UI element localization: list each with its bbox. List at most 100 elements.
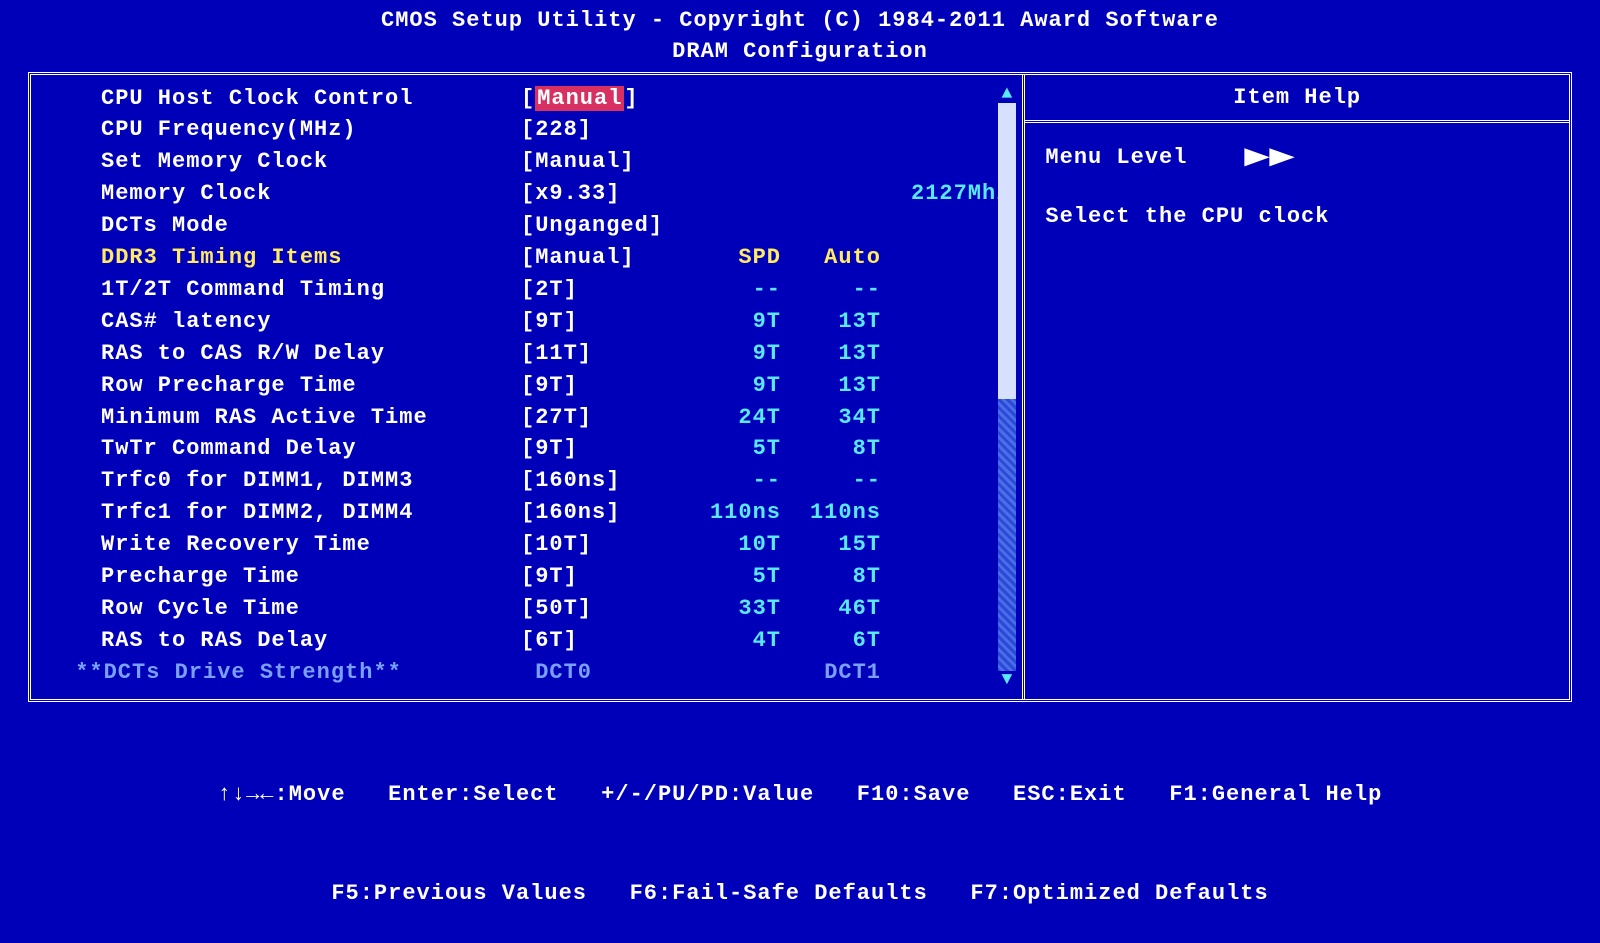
- setting-auto: 110ns: [781, 497, 881, 529]
- setting-label: Row Precharge Time: [101, 370, 521, 402]
- setting-auto: 8T: [781, 561, 881, 593]
- setting-auto: --: [781, 274, 881, 306]
- menu-level: Menu Level ▶▶: [1045, 137, 1549, 179]
- setting-auto: DCT1: [781, 657, 881, 689]
- setting-spd: 33T: [681, 593, 781, 625]
- bios-frame: CPU Host Clock Control[Manual]CPU Freque…: [28, 72, 1572, 702]
- setting-spd: 9T: [681, 370, 781, 402]
- setting-value[interactable]: [Manual]: [521, 83, 681, 115]
- setting-row[interactable]: 1T/2T Command Timing[2T]----: [101, 274, 1010, 306]
- setting-row[interactable]: Trfc0 for DIMM1, DIMM3[160ns]----: [101, 465, 1010, 497]
- setting-label: **DCTs Drive Strength**: [61, 657, 521, 689]
- setting-row: **DCTs Drive Strength** DCT0DCT1: [101, 657, 1010, 689]
- setting-row[interactable]: Write Recovery Time[10T]10T15T: [101, 529, 1010, 561]
- setting-row[interactable]: DDR3 Timing Items[Manual] SPD Auto: [101, 242, 1010, 274]
- setting-spd: 5T: [681, 433, 781, 465]
- setting-value[interactable]: [9T]: [521, 370, 681, 402]
- setting-value[interactable]: [9T]: [521, 433, 681, 465]
- setting-auto: 34T: [781, 402, 881, 434]
- setting-spd: --: [681, 274, 781, 306]
- setting-label: CPU Host Clock Control: [101, 83, 521, 115]
- scrollbar-thumb[interactable]: [998, 103, 1016, 399]
- setting-label: Set Memory Clock: [101, 146, 521, 178]
- setting-spd: 9T: [681, 306, 781, 338]
- setting-value[interactable]: [Manual]: [521, 146, 681, 178]
- setting-label: RAS to RAS Delay: [101, 625, 521, 657]
- setting-spd: 10T: [681, 529, 781, 561]
- setting-label: Row Cycle Time: [101, 593, 521, 625]
- setting-label: Minimum RAS Active Time: [101, 402, 521, 434]
- scroll-up-icon[interactable]: ▲: [998, 85, 1016, 103]
- setting-label: DDR3 Timing Items: [101, 242, 521, 274]
- setting-value[interactable]: [160ns]: [521, 465, 681, 497]
- setting-value[interactable]: [x9.33]: [521, 178, 681, 210]
- setting-label: Write Recovery Time: [101, 529, 521, 561]
- setting-value[interactable]: [9T]: [521, 561, 681, 593]
- help-description: Select the CPU clock: [1045, 196, 1549, 238]
- scroll-down-icon[interactable]: ▼: [998, 671, 1016, 689]
- setting-auto: 13T: [781, 338, 881, 370]
- setting-spd: 4T: [681, 625, 781, 657]
- setting-row[interactable]: DCTs Mode[Unganged]: [101, 210, 1010, 242]
- setting-spd: SPD: [681, 242, 781, 274]
- setting-label: Precharge Time: [101, 561, 521, 593]
- setting-row[interactable]: TwTr Command Delay[9T]5T8T: [101, 433, 1010, 465]
- help-panel: Item Help Menu Level ▶▶ Select the CPU c…: [1025, 75, 1569, 699]
- help-title: Item Help: [1025, 75, 1569, 123]
- setting-value: DCT0: [521, 657, 681, 689]
- setting-row[interactable]: CAS# latency[9T]9T13T: [101, 306, 1010, 338]
- setting-value[interactable]: [11T]: [521, 338, 681, 370]
- setting-value[interactable]: [9T]: [521, 306, 681, 338]
- bios-title: CMOS Setup Utility - Copyright (C) 1984-…: [0, 6, 1600, 37]
- settings-panel: CPU Host Clock Control[Manual]CPU Freque…: [31, 75, 1025, 699]
- setting-row[interactable]: Row Precharge Time[9T]9T13T: [101, 370, 1010, 402]
- bios-subtitle: DRAM Configuration: [0, 37, 1600, 68]
- footer-line-1: ↑↓→←:Move Enter:Select +/-/PU/PD:Value F…: [0, 778, 1600, 811]
- setting-row[interactable]: RAS to RAS Delay[6T]4T6T: [101, 625, 1010, 657]
- setting-value[interactable]: [228]: [521, 114, 681, 146]
- setting-auto: 6T: [781, 625, 881, 657]
- bios-header: CMOS Setup Utility - Copyright (C) 1984-…: [0, 0, 1600, 72]
- setting-value[interactable]: [Unganged]: [521, 210, 681, 242]
- setting-spd: 9T: [681, 338, 781, 370]
- setting-label: CPU Frequency(MHz): [101, 114, 521, 146]
- setting-row[interactable]: Row Cycle Time[50T]33T46T: [101, 593, 1010, 625]
- menu-level-label: Menu Level: [1045, 145, 1187, 170]
- setting-spd: 5T: [681, 561, 781, 593]
- setting-row[interactable]: Precharge Time[9T]5T8T: [101, 561, 1010, 593]
- footer-hints: ↑↓→←:Move Enter:Select +/-/PU/PD:Value F…: [0, 702, 1600, 943]
- setting-extra: 2127Mhz: [911, 178, 1010, 210]
- setting-label: Memory Clock: [101, 178, 521, 210]
- setting-auto: 8T: [781, 433, 881, 465]
- setting-auto: 13T: [781, 370, 881, 402]
- setting-label: RAS to CAS R/W Delay: [101, 338, 521, 370]
- setting-label: Trfc0 for DIMM1, DIMM3: [101, 465, 521, 497]
- setting-label: 1T/2T Command Timing: [101, 274, 521, 306]
- setting-row[interactable]: Minimum RAS Active Time[27T]24T34T: [101, 402, 1010, 434]
- setting-value[interactable]: [10T]: [521, 529, 681, 561]
- setting-spd: 110ns: [681, 497, 781, 529]
- setting-value[interactable]: [6T]: [521, 625, 681, 657]
- setting-auto: Auto: [781, 242, 881, 274]
- setting-row[interactable]: Memory Clock[x9.33] 2127Mhz: [101, 178, 1010, 210]
- scrollbar-track: [998, 399, 1016, 671]
- setting-value[interactable]: [2T]: [521, 274, 681, 306]
- setting-value[interactable]: [27T]: [521, 402, 681, 434]
- setting-label: CAS# latency: [101, 306, 521, 338]
- setting-label: DCTs Mode: [101, 210, 521, 242]
- setting-row[interactable]: RAS to CAS R/W Delay[11T]9T13T: [101, 338, 1010, 370]
- setting-value[interactable]: [Manual]: [521, 242, 681, 274]
- setting-row[interactable]: Trfc1 for DIMM2, DIMM4[160ns]110ns110ns: [101, 497, 1010, 529]
- setting-row[interactable]: Set Memory Clock[Manual]: [101, 146, 1010, 178]
- setting-spd: 24T: [681, 402, 781, 434]
- setting-label: Trfc1 for DIMM2, DIMM4: [101, 497, 521, 529]
- setting-auto: 46T: [781, 593, 881, 625]
- setting-row[interactable]: CPU Host Clock Control[Manual]: [101, 83, 1010, 115]
- footer-line-2: F5:Previous Values F6:Fail-Safe Defaults…: [0, 877, 1600, 910]
- setting-row[interactable]: CPU Frequency(MHz)[228]: [101, 114, 1010, 146]
- setting-label: TwTr Command Delay: [101, 433, 521, 465]
- setting-value[interactable]: [160ns]: [521, 497, 681, 529]
- setting-auto: 15T: [781, 529, 881, 561]
- scrollbar[interactable]: ▲ ▼: [998, 85, 1016, 689]
- setting-value[interactable]: [50T]: [521, 593, 681, 625]
